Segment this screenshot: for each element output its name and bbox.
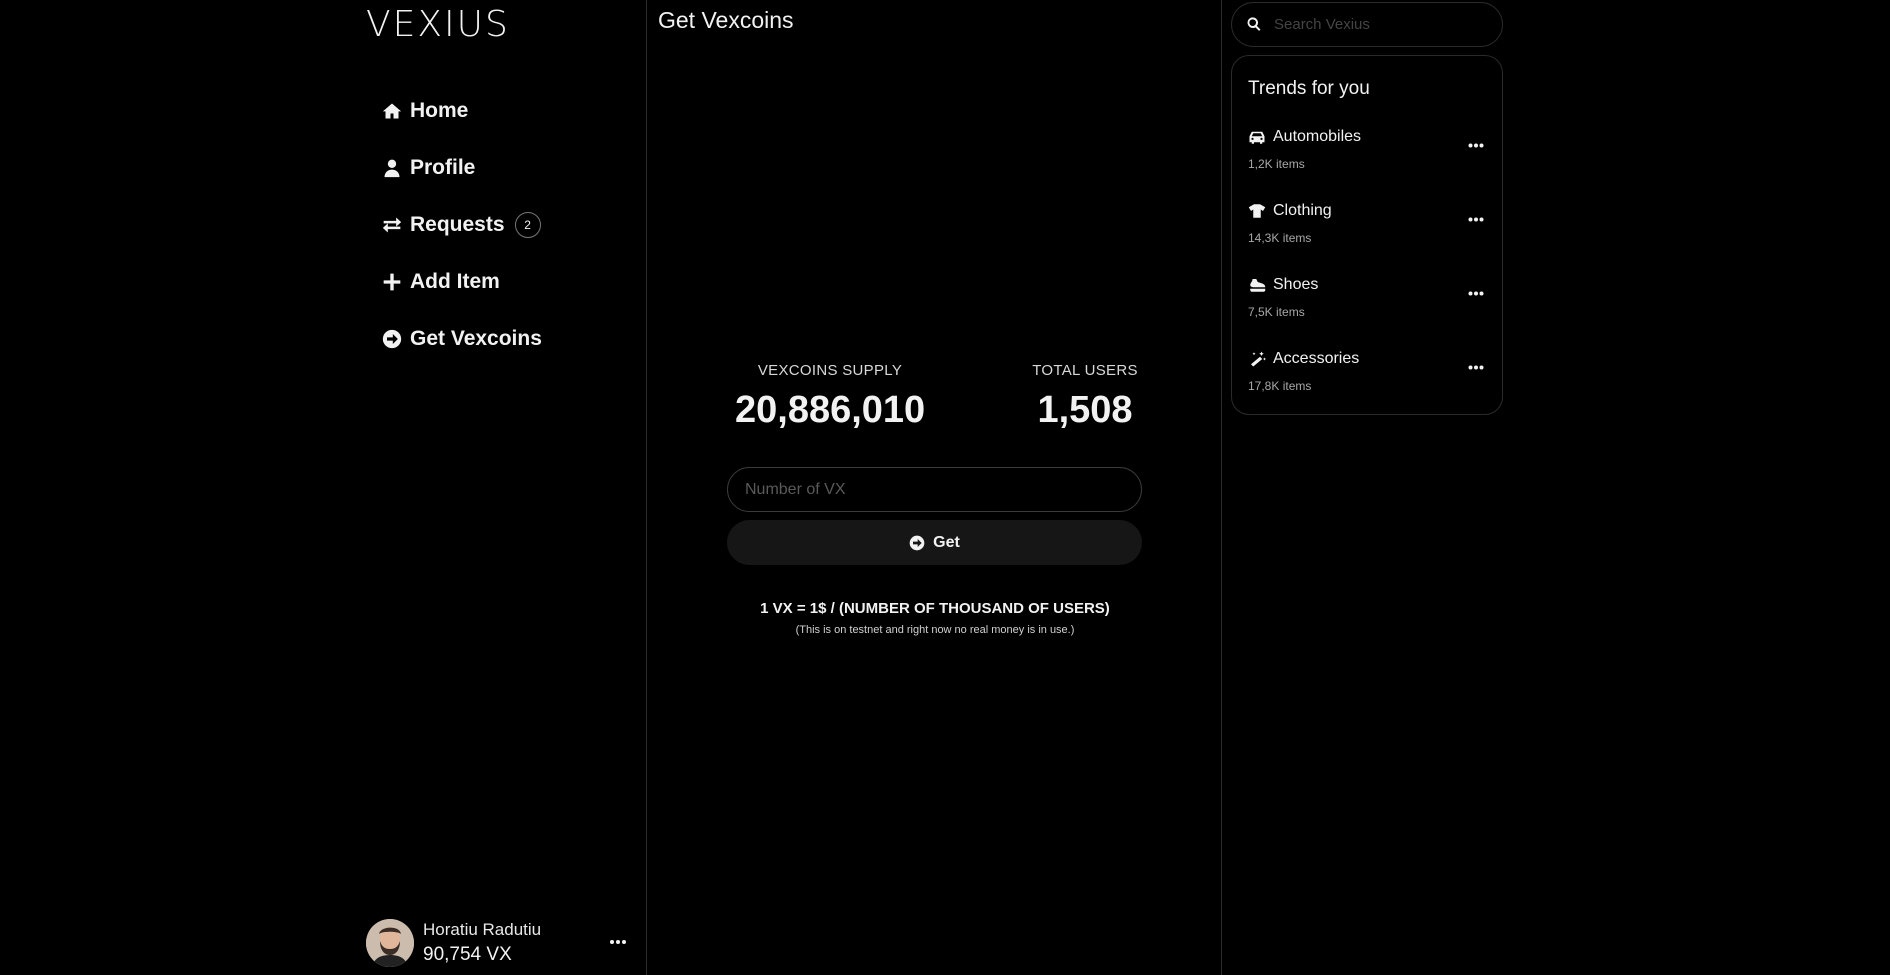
magic-wand-icon [1248, 351, 1273, 367]
nav-item-profile[interactable]: Profile [382, 139, 542, 196]
circle-arrow-right-icon [909, 535, 933, 551]
search-icon [1246, 16, 1264, 34]
nav-item-label: Home [410, 98, 469, 122]
exchange-rate-formula: 1 VX = 1$ / (NUMBER OF THOUSAND OF USERS… [760, 600, 1110, 617]
exchange-icon [382, 215, 410, 235]
nav-item-requests[interactable]: Requests 2 [382, 196, 542, 253]
search-bar [1231, 2, 1503, 47]
avatar [366, 919, 414, 967]
home-icon [382, 101, 410, 121]
trend-label: Shoes [1273, 276, 1319, 293]
search-input[interactable] [1274, 16, 1494, 33]
nav-item-label: Requests [410, 212, 505, 236]
shoe-icon [1248, 277, 1273, 293]
trends-panel: Trends for you Automobiles 1,2K items Cl… [1231, 55, 1503, 415]
trend-label: Clothing [1273, 202, 1332, 219]
trends-title: Trends for you [1248, 78, 1370, 99]
trend-count: 14,3K items [1248, 231, 1312, 245]
ellipsis-icon[interactable] [608, 932, 628, 952]
testnet-disclaimer: (This is on testnet and right now no rea… [795, 624, 1075, 636]
trend-item-shoes[interactable]: Shoes 7,5K items [1248, 276, 1488, 336]
nav-item-add-item[interactable]: Add Item [382, 253, 542, 310]
app: VEXIUS Home Profile Requests 2 Add Item … [0, 0, 1890, 975]
trend-count: 1,2K items [1248, 157, 1305, 171]
nav-item-label: Get Vexcoins [410, 326, 542, 350]
user-account[interactable]: Horatiu Radutiu 90,754 VX [366, 918, 634, 968]
vexcoins-supply-stat: VEXCOINS SUPPLY 20,886,010 [735, 362, 925, 432]
nav-item-get-vexcoins[interactable]: Get Vexcoins [382, 310, 542, 367]
trend-item-automobiles[interactable]: Automobiles 1,2K items [1248, 128, 1488, 188]
get-button-label: Get [933, 533, 960, 551]
user-name: Horatiu Radutiu [423, 920, 542, 939]
main-nav: Home Profile Requests 2 Add Item Get Vex… [382, 82, 542, 367]
stat-value: 20,886,010 [735, 389, 926, 431]
requests-count-badge: 2 [514, 211, 541, 238]
nav-item-label: Add Item [410, 269, 500, 293]
trend-item-accessories[interactable]: Accessories 17,8K items [1248, 350, 1488, 410]
left-sidebar: VEXIUS Home Profile Requests 2 Add Item … [0, 0, 647, 975]
total-users-stat: TOTAL USERS 1,508 [1022, 362, 1148, 432]
trend-item-clothing[interactable]: Clothing 14,3K items [1248, 202, 1488, 262]
circle-arrow-right-icon [382, 329, 410, 349]
user-info: Horatiu Radutiu 90,754 VX [423, 920, 541, 966]
user-balance: 90,754 VX [423, 944, 512, 965]
right-sidebar: Trends for you Automobiles 1,2K items [1222, 0, 1890, 975]
ellipsis-icon[interactable] [1464, 207, 1488, 231]
vexius-logo[interactable]: VEXIUS [366, 4, 510, 45]
trend-count: 17,8K items [1248, 379, 1312, 393]
nav-item-label: Profile [410, 155, 476, 179]
plus-icon [382, 272, 410, 292]
trend-label: Accessories [1273, 350, 1360, 367]
ellipsis-icon[interactable] [1464, 355, 1488, 379]
vx-amount-input[interactable] [727, 467, 1142, 512]
stat-value: 1,508 [1037, 389, 1133, 431]
trend-label: Automobiles [1273, 128, 1362, 145]
main-content: Get Vexcoins VEXCOINS SUPPLY 20,886,010 … [648, 0, 1222, 975]
trend-head: Accessories [1248, 350, 1488, 368]
ellipsis-icon[interactable] [1464, 133, 1488, 157]
tshirt-icon [1248, 203, 1273, 219]
car-icon [1248, 129, 1273, 145]
stat-label: VEXCOINS SUPPLY [757, 362, 903, 379]
page-title: Get Vexcoins [658, 7, 794, 33]
user-icon [382, 158, 410, 178]
trend-head: Shoes [1248, 276, 1488, 294]
nav-item-home[interactable]: Home [382, 82, 542, 139]
trend-count: 7,5K items [1248, 305, 1305, 319]
stat-label: TOTAL USERS [1032, 362, 1138, 379]
trend-head: Automobiles [1248, 128, 1488, 146]
trend-head: Clothing [1248, 202, 1488, 220]
ellipsis-icon[interactable] [1464, 281, 1488, 305]
get-button[interactable]: Get [727, 520, 1142, 565]
